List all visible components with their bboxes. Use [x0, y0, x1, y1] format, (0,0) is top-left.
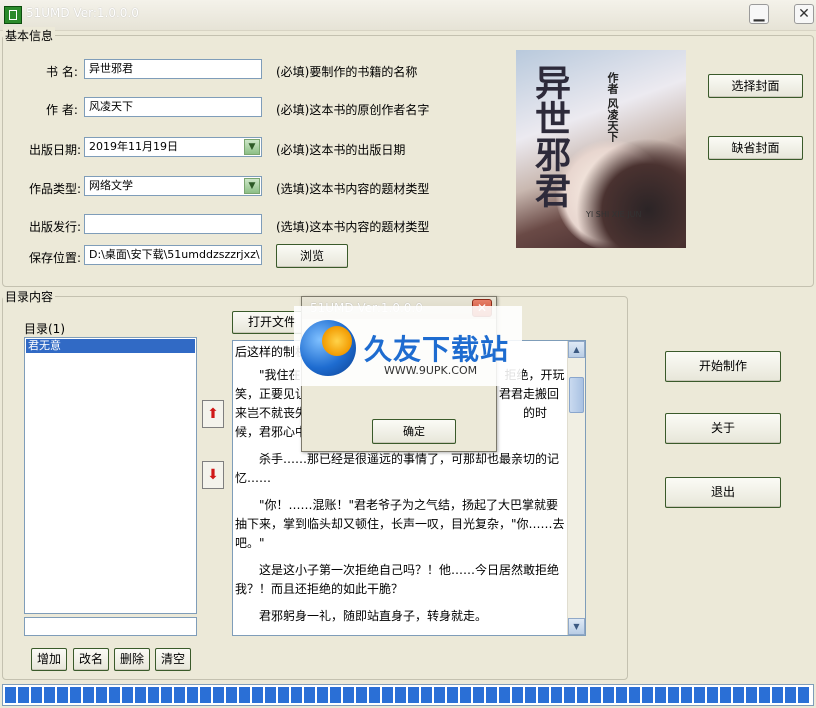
vertical-scrollbar[interactable]: ▲ ▼	[567, 341, 585, 635]
scroll-down-icon[interactable]: ▼	[568, 618, 585, 635]
progress-bar	[2, 684, 814, 706]
cover-title: 异世邪君	[529, 64, 571, 208]
cover-pinyin: YI SHI XIE JUN	[586, 210, 642, 219]
browse-button[interactable]: 浏览	[276, 244, 348, 268]
book-name-input[interactable]: 异世邪君	[84, 59, 262, 79]
cover-author: 作者 风凌天下	[606, 72, 619, 142]
move-up-button[interactable]: ⬆	[202, 400, 224, 428]
content-paragraph: 这是这小子第一次拒绝自己吗？！他……今日居然敢拒绝我？！而且还拒绝的如此干脆？	[235, 563, 560, 596]
minimize-button[interactable]: ▁	[749, 4, 769, 24]
clear-button[interactable]: 清空	[155, 648, 191, 671]
publisher-hint: (选填)这本书内容的题材类型	[276, 220, 430, 234]
publisher-label: 出版发行:	[29, 220, 82, 234]
move-down-button[interactable]: ⬇	[202, 461, 224, 489]
about-button[interactable]: 关于	[665, 413, 781, 444]
arrow-up-icon: ⬆	[207, 406, 219, 422]
cover-image: 异世邪君 作者 风凌天下 YI SHI XIE JUN	[516, 50, 686, 248]
contents-label: 目录内容	[3, 288, 56, 305]
arrow-down-icon: ⬇	[207, 467, 219, 483]
book-name-hint: (必填)要制作的书籍的名称	[276, 65, 418, 79]
toc-list[interactable]: 君无意	[24, 337, 197, 614]
default-cover-button[interactable]: 缺省封面	[708, 136, 803, 160]
rename-button[interactable]: 改名	[73, 648, 109, 671]
publish-date-hint: (必填)这本书的出版日期	[276, 143, 406, 157]
chevron-down-icon[interactable]: ▼	[244, 139, 260, 155]
genre-hint: (选填)这本书内容的题材类型	[276, 182, 430, 196]
watermark-name: 久友下载站	[364, 333, 510, 366]
cover-warrior	[576, 138, 686, 248]
publish-date-value: 2019年11月19日	[89, 140, 178, 153]
watermark: 久友下载站 WWW.9UPK.COM	[294, 306, 522, 386]
start-button[interactable]: 开始制作	[665, 351, 781, 382]
save-location-input[interactable]: D:\桌面\安下载\51umddzszzrjxz\	[84, 245, 262, 265]
publish-date-label: 出版日期:	[29, 143, 82, 157]
scroll-up-icon[interactable]: ▲	[568, 341, 585, 358]
content-paragraph: 君邪躬身一礼，随即站直身子，转身就走。	[235, 609, 488, 623]
content-paragraph: "你！……混账！"君老爷子为之气结，扬起了大巴掌就要抽下来，掌到临头却又顿住，长…	[235, 498, 565, 550]
exit-button[interactable]: 退出	[665, 477, 781, 508]
chevron-down-icon[interactable]: ▼	[244, 178, 260, 194]
scroll-thumb[interactable]	[569, 377, 584, 413]
watermark-url: WWW.9UPK.COM	[384, 364, 478, 377]
basic-info-label: 基本信息	[3, 27, 56, 44]
ok-button[interactable]: 确定	[372, 419, 456, 444]
publisher-input[interactable]	[84, 214, 262, 234]
genre-value: 网络文学	[89, 179, 133, 192]
chapter-name-input[interactable]	[24, 617, 197, 636]
content-paragraph: 杀手……那已经是很遥远的事情了，可那却也最亲切的记忆……	[235, 452, 560, 485]
genre-label: 作品类型:	[29, 182, 82, 196]
author-hint: (必填)这本书的原创作者名字	[276, 103, 430, 117]
genre-select[interactable]: 网络文学 ▼	[84, 176, 262, 196]
progress-fill	[5, 687, 811, 703]
book-name-label: 书 名:	[46, 65, 78, 79]
watermark-logo	[300, 320, 356, 376]
close-icon[interactable]: ✕	[794, 4, 814, 24]
choose-cover-button[interactable]: 选择封面	[708, 74, 803, 98]
list-item[interactable]: 君无意	[26, 339, 195, 353]
publish-date-picker[interactable]: 2019年11月19日 ▼	[84, 137, 262, 157]
toc-count-label: 目录(1)	[24, 322, 65, 336]
app-icon	[4, 6, 22, 24]
author-input[interactable]: 风凌天下	[84, 97, 262, 117]
save-location-label: 保存位置:	[29, 251, 82, 265]
add-button[interactable]: 增加	[31, 648, 67, 671]
window-title: 51UMD Ver:1.0.0.0	[26, 6, 139, 20]
delete-button[interactable]: 删除	[114, 648, 150, 671]
author-label: 作 者:	[46, 103, 78, 117]
